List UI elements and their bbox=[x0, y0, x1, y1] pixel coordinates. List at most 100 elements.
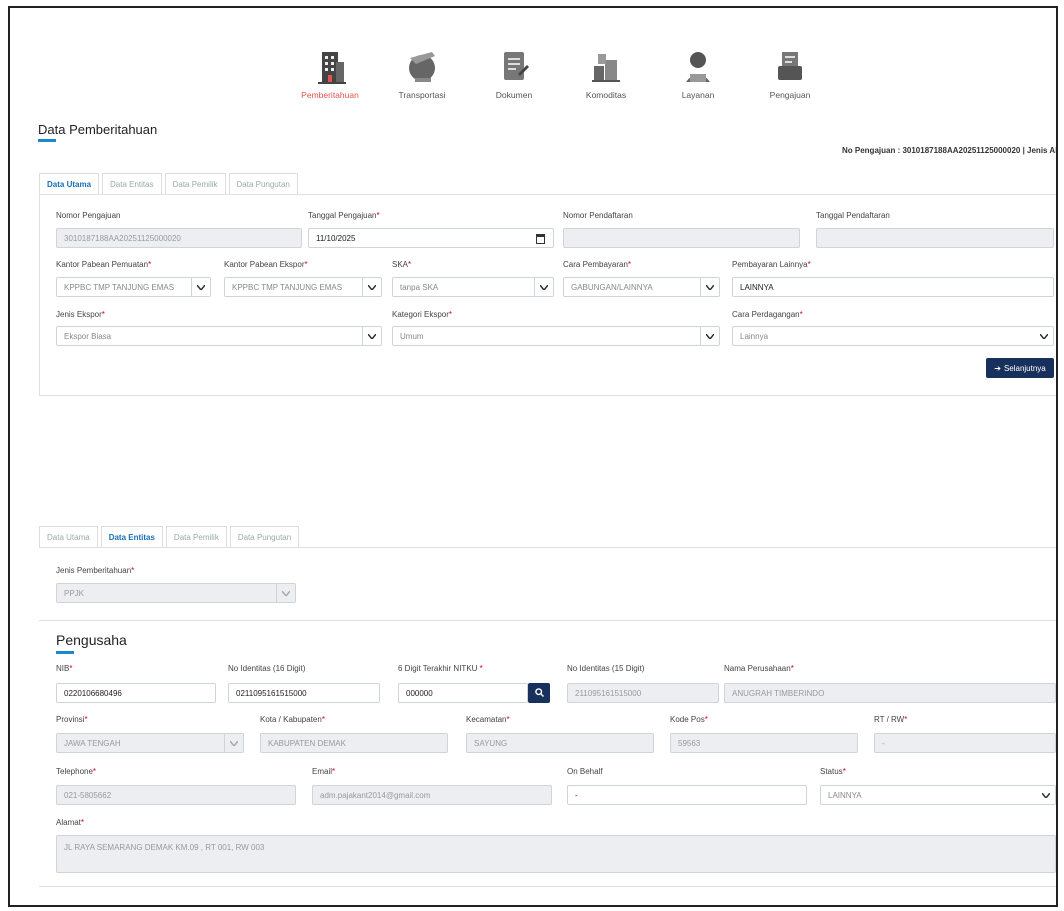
tab-data-entitas[interactable]: Data Entitas bbox=[102, 173, 162, 195]
search-icon bbox=[534, 687, 544, 699]
tab-data-pemilik[interactable]: Data Pemilik bbox=[164, 173, 226, 195]
section-divider bbox=[39, 620, 1056, 621]
rtrw-input[interactable]: - bbox=[874, 733, 1056, 753]
tanggal-pendaftaran-input[interactable] bbox=[816, 228, 1054, 248]
nomor-pengajuan-input[interactable]: 30101871​88AA20251125000020 bbox=[56, 228, 302, 248]
on-behalf-input[interactable]: - bbox=[567, 785, 807, 805]
no-identitas-16-input[interactable]: 0211095161515000 bbox=[228, 683, 380, 703]
chevron-down-icon bbox=[534, 278, 553, 296]
commodity-icon bbox=[586, 44, 626, 88]
section-underline bbox=[56, 651, 74, 654]
jenis-ekspor-select[interactable]: Ekspor Biasa bbox=[56, 326, 382, 346]
status-select[interactable]: LAINNYA bbox=[820, 785, 1056, 805]
kecamatan-input[interactable]: SAYUNG bbox=[466, 733, 654, 753]
chevron-down-icon bbox=[362, 278, 381, 296]
label-tanggal-pendaftaran: Tanggal Pendaftaran bbox=[816, 211, 890, 220]
chevron-down-icon bbox=[191, 278, 210, 296]
jenis-pemberitahuan-select[interactable]: PPJK bbox=[56, 583, 296, 603]
label-on-behalf: On Behalf bbox=[567, 767, 603, 776]
label-nib: NIB* bbox=[56, 664, 73, 673]
step-pemberitahuan[interactable]: Pemberitahuan bbox=[282, 44, 378, 100]
chevron-down-icon bbox=[224, 734, 243, 752]
tabs-top: Data Utama Data Entitas Data Pemilik Dat… bbox=[39, 173, 301, 195]
label-kategori-ekspor: Kategori Ekspor* bbox=[392, 310, 453, 319]
label-nama-perusahaan: Nama Perusahaan* bbox=[724, 664, 794, 673]
label-telephone: Telephone* bbox=[56, 767, 97, 776]
chevron-down-icon bbox=[700, 327, 719, 345]
tab-data-utama[interactable]: Data Utama bbox=[39, 173, 100, 195]
title-underline bbox=[38, 139, 56, 142]
tab-data-entitas-2[interactable]: Data Entitas bbox=[100, 526, 163, 548]
tab-divider bbox=[39, 547, 1056, 548]
tanggal-pengajuan-input[interactable]: 11/10/2025 bbox=[308, 228, 554, 248]
chevron-down-icon bbox=[362, 327, 381, 345]
label-nitku: 6 Digit Terakhir NITKU * bbox=[398, 664, 483, 673]
label-provinsi: Provinsi* bbox=[56, 715, 88, 724]
label-no-identitas-16: No Identitas (16 Digit) bbox=[228, 664, 306, 673]
tab-data-pungutan[interactable]: Data Pungutan bbox=[228, 173, 298, 195]
kode-pos-input[interactable]: 59563 bbox=[670, 733, 858, 753]
label-pembayaran-lainnya: Pembayaran Lainnya* bbox=[732, 260, 811, 269]
email-input[interactable]: adm.pajakant2014@gmail.com bbox=[312, 785, 552, 805]
label-alamat: Alamat* bbox=[56, 818, 85, 827]
label-no-identitas-15: No Identitas (15 Digit) bbox=[567, 664, 645, 673]
step-komoditas[interactable]: Komoditas bbox=[558, 44, 654, 100]
label-rtrw: RT / RW* bbox=[874, 715, 908, 724]
chevron-down-icon bbox=[1037, 786, 1055, 804]
label-kode-pos: Kode Pos* bbox=[670, 715, 708, 724]
cara-pembayaran-select[interactable]: GABUNGAN/LAINNYA bbox=[563, 277, 720, 297]
search-button[interactable] bbox=[528, 683, 550, 703]
alamat-textarea[interactable]: JL RAYA SEMARANG DEMAK KM.09 , RT 001, R… bbox=[56, 835, 1056, 873]
no-identitas-15-input[interactable]: 211095161515000 bbox=[567, 683, 719, 703]
telephone-input[interactable]: 021-5805662 bbox=[56, 785, 296, 805]
label-cara-pembayaran: Cara Pembayaran* bbox=[563, 260, 632, 269]
nitku-input[interactable]: 000000 bbox=[398, 683, 528, 703]
step-layanan[interactable]: Layanan bbox=[650, 44, 746, 100]
chevron-down-icon bbox=[1035, 327, 1053, 345]
wizard-steps: Pemberitahuan Transportasi Dokumen Komod… bbox=[10, 44, 1056, 104]
label-kecamatan: Kecamatan* bbox=[466, 715, 510, 724]
label-status: Status* bbox=[820, 767, 846, 776]
tab-data-utama-2[interactable]: Data Utama bbox=[39, 526, 98, 548]
nomor-pendaftaran-input[interactable] bbox=[563, 228, 800, 248]
section-title-pengusaha: Pengusaha bbox=[56, 632, 127, 648]
kantor-pemuatan-select[interactable]: KPPBC TMP TANJUNG EMAS bbox=[56, 277, 211, 297]
kantor-ekspor-select[interactable]: KPPBC TMP TANJUNG EMAS bbox=[224, 277, 382, 297]
label-kantor-ekspor: Kantor Pabean Ekspor* bbox=[224, 260, 308, 269]
kota-input[interactable]: KABUPATEN DEMAK bbox=[260, 733, 448, 753]
label-tanggal-pengajuan: Tanggal Pengajuan* bbox=[308, 211, 380, 220]
transport-icon bbox=[402, 44, 442, 88]
document-icon bbox=[494, 44, 534, 88]
label-jenis-ekspor: Jenis Ekspor* bbox=[56, 310, 105, 319]
nama-perusahaan-input[interactable]: ANUGRAH TIMBERINDO bbox=[724, 683, 1056, 703]
submission-icon bbox=[770, 44, 810, 88]
label-cara-perdagangan: Cara Perdagangan* bbox=[732, 310, 803, 319]
label-kantor-pemuatan: Kantor Pabean Pemuatan* bbox=[56, 260, 152, 269]
service-agent-icon bbox=[678, 44, 718, 88]
app-window: Pemberitahuan Transportasi Dokumen Komod… bbox=[8, 6, 1058, 907]
arrow-right-icon: ➔ bbox=[994, 363, 1001, 373]
label-email: Email* bbox=[312, 767, 336, 776]
step-dokumen[interactable]: Dokumen bbox=[466, 44, 562, 100]
next-button[interactable]: ➔ Selanjutnya bbox=[986, 358, 1054, 378]
step-pengajuan[interactable]: Pengajuan bbox=[742, 44, 838, 100]
calendar-icon[interactable] bbox=[536, 234, 545, 244]
label-nomor-pendaftaran: Nomor Pendaftaran bbox=[563, 211, 633, 220]
step-transportasi[interactable]: Transportasi bbox=[374, 44, 470, 100]
chevron-down-icon bbox=[700, 278, 719, 296]
tabs-bottom: Data Utama Data Entitas Data Pemilik Dat… bbox=[39, 526, 302, 548]
cara-perdagangan-select[interactable]: Lainnya bbox=[732, 326, 1054, 346]
provinsi-select[interactable]: JAWA TENGAH bbox=[56, 733, 244, 753]
nib-input[interactable]: 0220106680496 bbox=[56, 683, 216, 703]
submission-info: No Pengajuan : 30101871​88AA202511250000… bbox=[842, 146, 1058, 155]
building-icon bbox=[310, 44, 350, 88]
tab-data-pungutan-2[interactable]: Data Pungutan bbox=[229, 526, 300, 548]
tab-data-pemilik-2[interactable]: Data Pemilik bbox=[165, 526, 227, 548]
ska-select[interactable]: tanpa SKA bbox=[392, 277, 554, 297]
pembayaran-lainnya-input[interactable]: LAINNYA bbox=[732, 277, 1054, 297]
label-jenis-pemberitahuan: Jenis Pemberitahuan* bbox=[56, 566, 135, 575]
label-kota: Kota / Kabupaten* bbox=[260, 715, 325, 724]
label-nomor-pengajuan: Nomor Pengajuan bbox=[56, 211, 121, 220]
kategori-ekspor-select[interactable]: Umum bbox=[392, 326, 720, 346]
bottom-divider bbox=[39, 886, 1056, 887]
